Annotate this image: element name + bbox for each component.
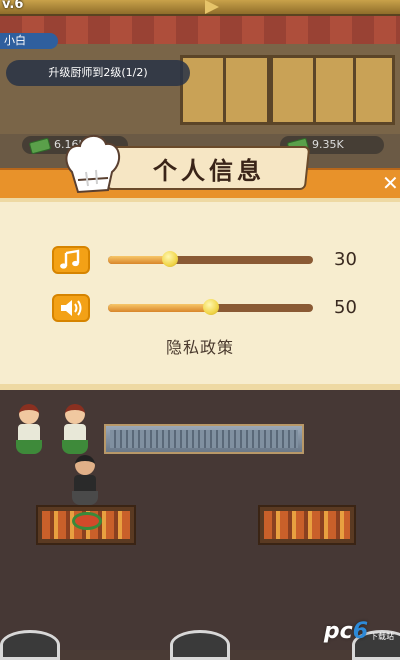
music-toggle-button[interactable] [52, 246, 90, 274]
shop-window [270, 55, 395, 125]
waitress-character[interactable] [58, 404, 92, 456]
sound-volume-value: 50 [334, 297, 357, 318]
bowl-icon [0, 630, 60, 660]
waitress-character[interactable] [12, 404, 46, 456]
close-button[interactable]: ✕ [382, 170, 399, 196]
music-volume-slider[interactable] [108, 251, 313, 267]
money-value-right: 9.35K [312, 138, 344, 151]
watermark-subtitle: 下载站 [370, 631, 394, 641]
player-name-tag[interactable]: 小白 [0, 33, 58, 49]
dialog-title: 个人信息 [153, 157, 265, 185]
shop-window [180, 55, 270, 125]
chef-character[interactable] [68, 455, 102, 507]
music-volume-value: 30 [334, 249, 357, 270]
watermark-logo: pc6 [323, 618, 368, 644]
sound-toggle-button[interactable] [52, 294, 90, 322]
dish-plate [72, 512, 102, 530]
sound-volume-knob[interactable] [203, 299, 219, 315]
sound-volume-fill [108, 304, 211, 312]
shop-awning [0, 16, 400, 44]
food-tray-right[interactable] [258, 505, 356, 545]
chef-hat-icon [65, 135, 121, 194]
music-volume-fill [108, 256, 170, 264]
level-progress-bar: v.6 [0, 0, 400, 16]
level-label: v.6 [2, 0, 24, 12]
cash-icon [28, 137, 52, 155]
music-note-icon [60, 249, 80, 269]
music-volume-knob[interactable] [162, 251, 178, 267]
privacy-policy-link[interactable]: 隐私政策 [0, 334, 400, 358]
bowl-icon [170, 630, 230, 660]
upgrade-task-pill[interactable]: 升级厨师到2级(1/2) [6, 60, 190, 86]
sound-volume-slider[interactable] [108, 299, 313, 315]
level-arrow-icon [205, 0, 219, 14]
speaker-icon [61, 300, 82, 316]
serving-counter [104, 424, 304, 454]
site-watermark: pc6 下载站 [324, 618, 394, 644]
